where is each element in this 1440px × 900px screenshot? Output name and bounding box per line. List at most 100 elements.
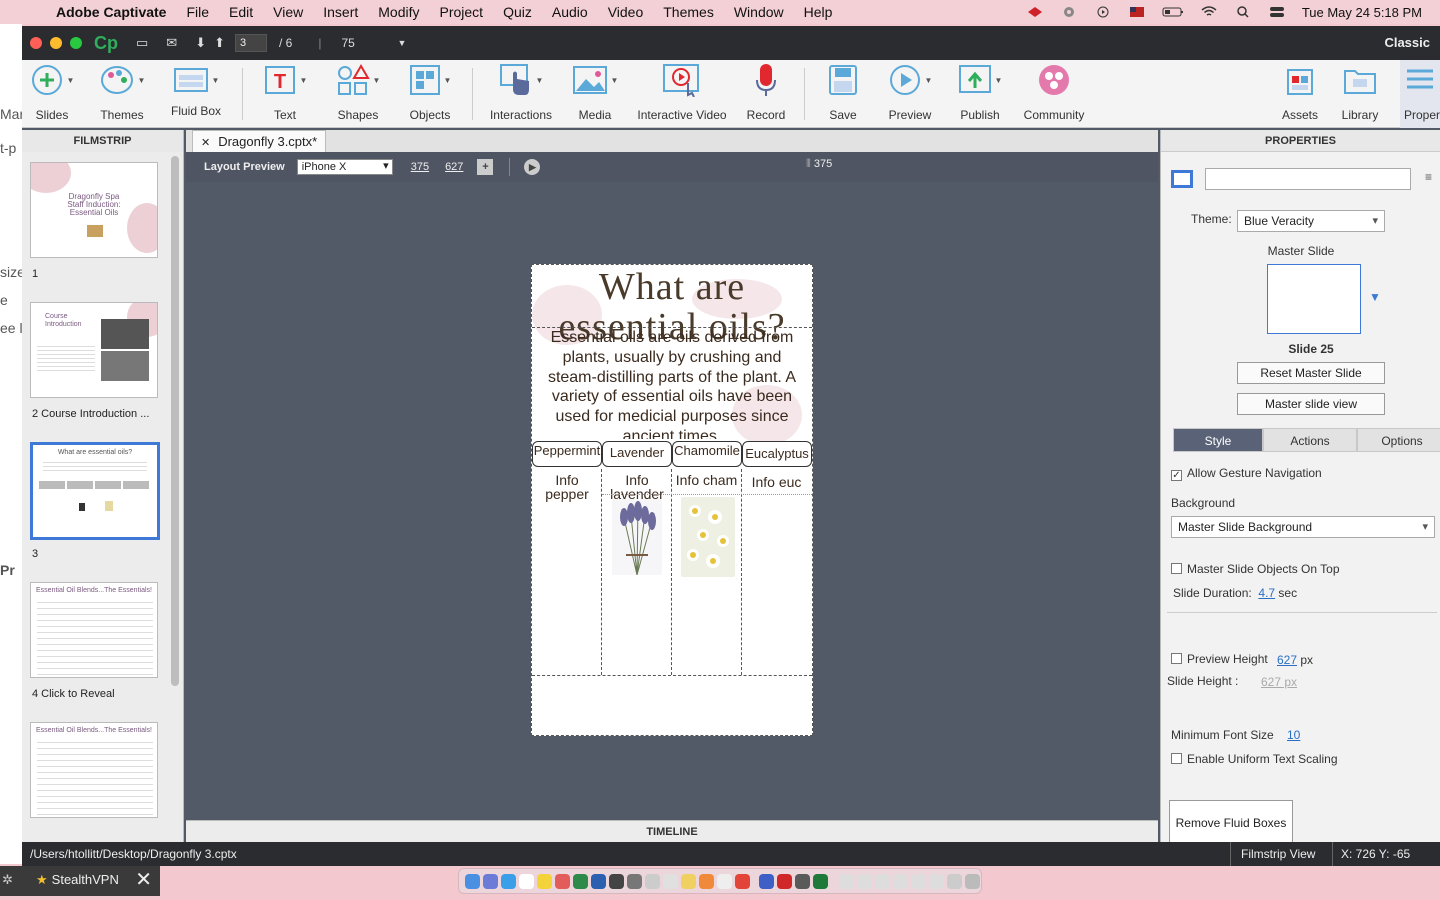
slide-stage[interactable]: What are essential oils? Essential oils … (531, 264, 813, 736)
spotlight-search-icon[interactable] (1234, 6, 1252, 18)
window-icon[interactable] (893, 874, 908, 889)
tab-peppermint[interactable]: Peppermint (532, 441, 602, 467)
app-icon[interactable] (699, 874, 714, 889)
window-icon[interactable] (839, 874, 854, 889)
menu-themes[interactable]: Themes (653, 4, 724, 20)
tab-actions[interactable]: Actions (1263, 428, 1357, 452)
add-breakpoint-icon[interactable]: + (477, 159, 494, 175)
content-column-peppermint[interactable]: Info pepper (532, 469, 602, 675)
info-lavender[interactable]: Info lavender (605, 473, 669, 501)
arrow-down-icon[interactable]: ⬇ (195, 35, 206, 51)
ruler-handle[interactable]: ⦀ 375 (806, 158, 832, 171)
content-column-lavender[interactable]: Info lavender (601, 469, 671, 675)
workspace-mode[interactable]: Classic (1384, 35, 1430, 50)
save-button[interactable]: Save (818, 60, 868, 128)
menu-file[interactable]: File (176, 4, 219, 20)
settings-gear-icon[interactable] (1060, 6, 1078, 18)
reset-master-slide-button[interactable]: Reset Master Slide (1237, 362, 1385, 384)
photos-icon[interactable] (555, 874, 570, 889)
checkbox-icon[interactable] (1171, 563, 1182, 574)
menu-window[interactable]: Window (724, 4, 794, 20)
uniform-scaling-checkbox[interactable]: Enable Uniform Text Scaling (1171, 752, 1338, 766)
launchpad-icon[interactable] (483, 874, 498, 889)
excel-icon[interactable] (573, 874, 588, 889)
filmstrip-view-status[interactable]: Filmstrip View (1230, 842, 1325, 866)
bluetooth-icon[interactable]: ✲ (2, 866, 13, 894)
objects-button[interactable]: ▼ Objects (398, 60, 462, 128)
chevron-down-icon[interactable]: ▼ (397, 38, 406, 48)
app-icon[interactable] (645, 874, 660, 889)
menu-audio[interactable]: Audio (542, 4, 598, 20)
duration-value[interactable]: 4.7 (1258, 586, 1275, 600)
content-column-chamomile[interactable]: Info cham (671, 469, 741, 675)
tab-eucalyptus[interactable]: Eucalyptus (742, 441, 812, 467)
teams-icon[interactable] (759, 874, 774, 889)
word-icon[interactable] (591, 874, 606, 889)
objects-on-top-checkbox[interactable]: Master Slide Objects On Top (1171, 562, 1340, 576)
info-chamomile[interactable]: Info cham (672, 473, 741, 487)
trash-icon[interactable] (965, 874, 980, 889)
terminal-icon[interactable] (627, 874, 642, 889)
checkbox-icon[interactable] (1171, 653, 1182, 664)
menu-help[interactable]: Help (794, 4, 843, 20)
preview-height-value[interactable]: 627 (1277, 653, 1297, 667)
maximize-window-button[interactable] (70, 37, 82, 49)
battery-icon[interactable] (1162, 6, 1184, 18)
preview-height-checkbox[interactable]: Preview Height (1171, 652, 1268, 666)
panel-menu-icon[interactable]: ≡ (1425, 170, 1432, 184)
allow-gesture-checkbox[interactable]: ✓ Allow Gesture Navigation (1171, 466, 1322, 481)
theme-select[interactable]: Blue Veracity (1237, 210, 1385, 232)
notes-icon[interactable] (537, 874, 552, 889)
library-button[interactable]: Library (1332, 60, 1388, 128)
calendar-icon[interactable] (519, 874, 534, 889)
zoom-select[interactable]: 75 (341, 36, 401, 50)
menu-project[interactable]: Project (430, 4, 494, 20)
app-icon[interactable] (663, 874, 678, 889)
minimize-window-button[interactable] (50, 37, 62, 49)
chamomile-image[interactable] (681, 497, 735, 577)
finder-icon[interactable] (465, 874, 480, 889)
height-input[interactable]: 627 (445, 161, 463, 173)
master-slide-dropdown-icon[interactable]: ▼ (1369, 290, 1381, 304)
min-font-value[interactable]: 10 (1287, 728, 1300, 742)
lavender-image[interactable] (612, 499, 662, 575)
themes-button[interactable]: ▼ Themes (90, 60, 154, 128)
tab-lavender[interactable]: Lavender (602, 441, 672, 467)
media-play-icon[interactable] (1094, 6, 1112, 18)
record-button[interactable]: Record (738, 60, 794, 128)
creative-cloud-icon[interactable] (1026, 6, 1044, 18)
tab-chamomile[interactable]: Chamomile (672, 441, 742, 467)
arrow-up-icon[interactable]: ⬆ (214, 35, 225, 51)
stickies-icon[interactable] (681, 874, 696, 889)
assets-button[interactable]: Assets (1274, 60, 1326, 128)
filmstrip-toggle-icon[interactable]: ▭ (136, 35, 148, 51)
chrome-icon[interactable] (735, 874, 750, 889)
publish-button[interactable]: ▼ Publish (950, 60, 1010, 128)
menu-modify[interactable]: Modify (368, 4, 429, 20)
filmstrip-scrollbar[interactable] (171, 156, 179, 686)
master-slide-thumbnail[interactable] (1267, 264, 1361, 334)
downloads-icon[interactable] (947, 874, 962, 889)
content-column-eucalyptus[interactable]: Info euc (741, 469, 811, 675)
window-icon[interactable] (875, 874, 890, 889)
captivate-dock-icon[interactable] (813, 874, 828, 889)
menu-insert[interactable]: Insert (313, 4, 368, 20)
community-button[interactable]: Community (1018, 60, 1090, 128)
filmstrip-slide-4[interactable]: Essential Oil Blends...The Essentials! (30, 582, 158, 678)
flag-icon[interactable] (1128, 6, 1146, 18)
background-select[interactable]: Master Slide Background (1171, 516, 1435, 538)
menu-app-name[interactable]: Adobe Captivate (46, 4, 176, 20)
interactions-button[interactable]: ▼ Interactions (484, 60, 558, 128)
safari-icon[interactable] (501, 874, 516, 889)
slides-button[interactable]: ▼ Slides (24, 60, 80, 128)
preview-button[interactable]: ▼ Preview (880, 60, 940, 128)
info-peppermint[interactable]: Info pepper (532, 473, 602, 501)
close-icon[interactable]: ✕ (135, 866, 152, 894)
filmstrip-slide-1[interactable]: Dragonfly Spa Staff Induction: Essential… (30, 162, 158, 258)
menu-video[interactable]: Video (598, 4, 654, 20)
camera-icon[interactable] (609, 874, 624, 889)
ruler-grip-icon[interactable]: ⦀ (806, 158, 811, 170)
properties-button[interactable]: Properti (1400, 60, 1440, 128)
window-icon[interactable] (857, 874, 872, 889)
menubar-clock[interactable]: Tue May 24 5:18 PM (1302, 5, 1422, 20)
